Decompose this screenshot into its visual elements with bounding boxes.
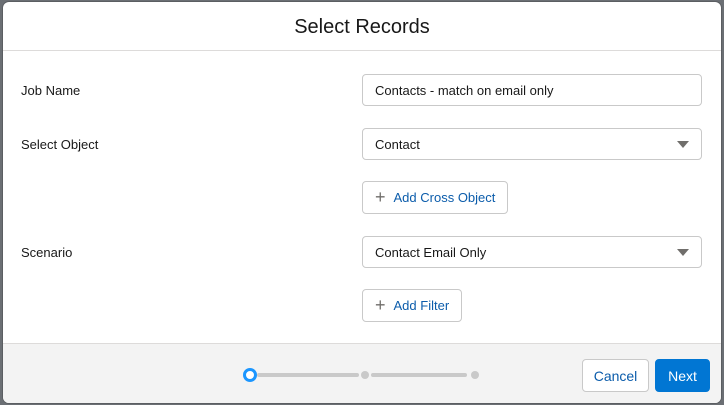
plus-icon: + (375, 294, 386, 315)
modal-body: Job Name Contacts - match on email only … (3, 51, 721, 342)
add-cross-object-button[interactable]: + Add Cross Object (362, 181, 509, 214)
select-object-dropdown[interactable]: Contact (362, 128, 702, 160)
modal-title: Select Records (294, 15, 430, 38)
chevron-down-icon (677, 248, 689, 256)
cancel-button[interactable]: Cancel (582, 359, 649, 392)
scenario-dropdown[interactable]: Contact Email Only (362, 236, 702, 268)
progress-step-2[interactable] (361, 371, 369, 379)
progress-indicator (243, 368, 483, 382)
scenario-value: Contact Email Only (375, 244, 487, 260)
scenario-label: Scenario (21, 245, 73, 260)
progress-step-3[interactable] (471, 371, 479, 379)
modal-footer: Cancel Next (3, 343, 721, 403)
add-filter-button[interactable]: + Add Filter (362, 289, 463, 322)
chevron-down-icon (677, 140, 689, 148)
next-button[interactable]: Next (655, 359, 710, 392)
modal-header: Select Records (3, 2, 721, 51)
progress-track (371, 373, 467, 377)
select-object-value: Contact (375, 136, 420, 152)
job-name-value: Contacts - match on email only (375, 82, 554, 98)
add-cross-object-label: Add Cross Object (393, 190, 496, 205)
progress-track (257, 373, 359, 377)
plus-icon: + (375, 186, 386, 207)
job-name-input[interactable]: Contacts - match on email only (362, 74, 702, 106)
progress-step-1[interactable] (243, 368, 257, 382)
add-filter-label: Add Filter (393, 298, 450, 313)
job-name-label: Job Name (21, 83, 81, 98)
select-records-modal: Select Records Job Name Contacts - match… (3, 2, 721, 403)
select-object-label: Select Object (21, 137, 99, 152)
